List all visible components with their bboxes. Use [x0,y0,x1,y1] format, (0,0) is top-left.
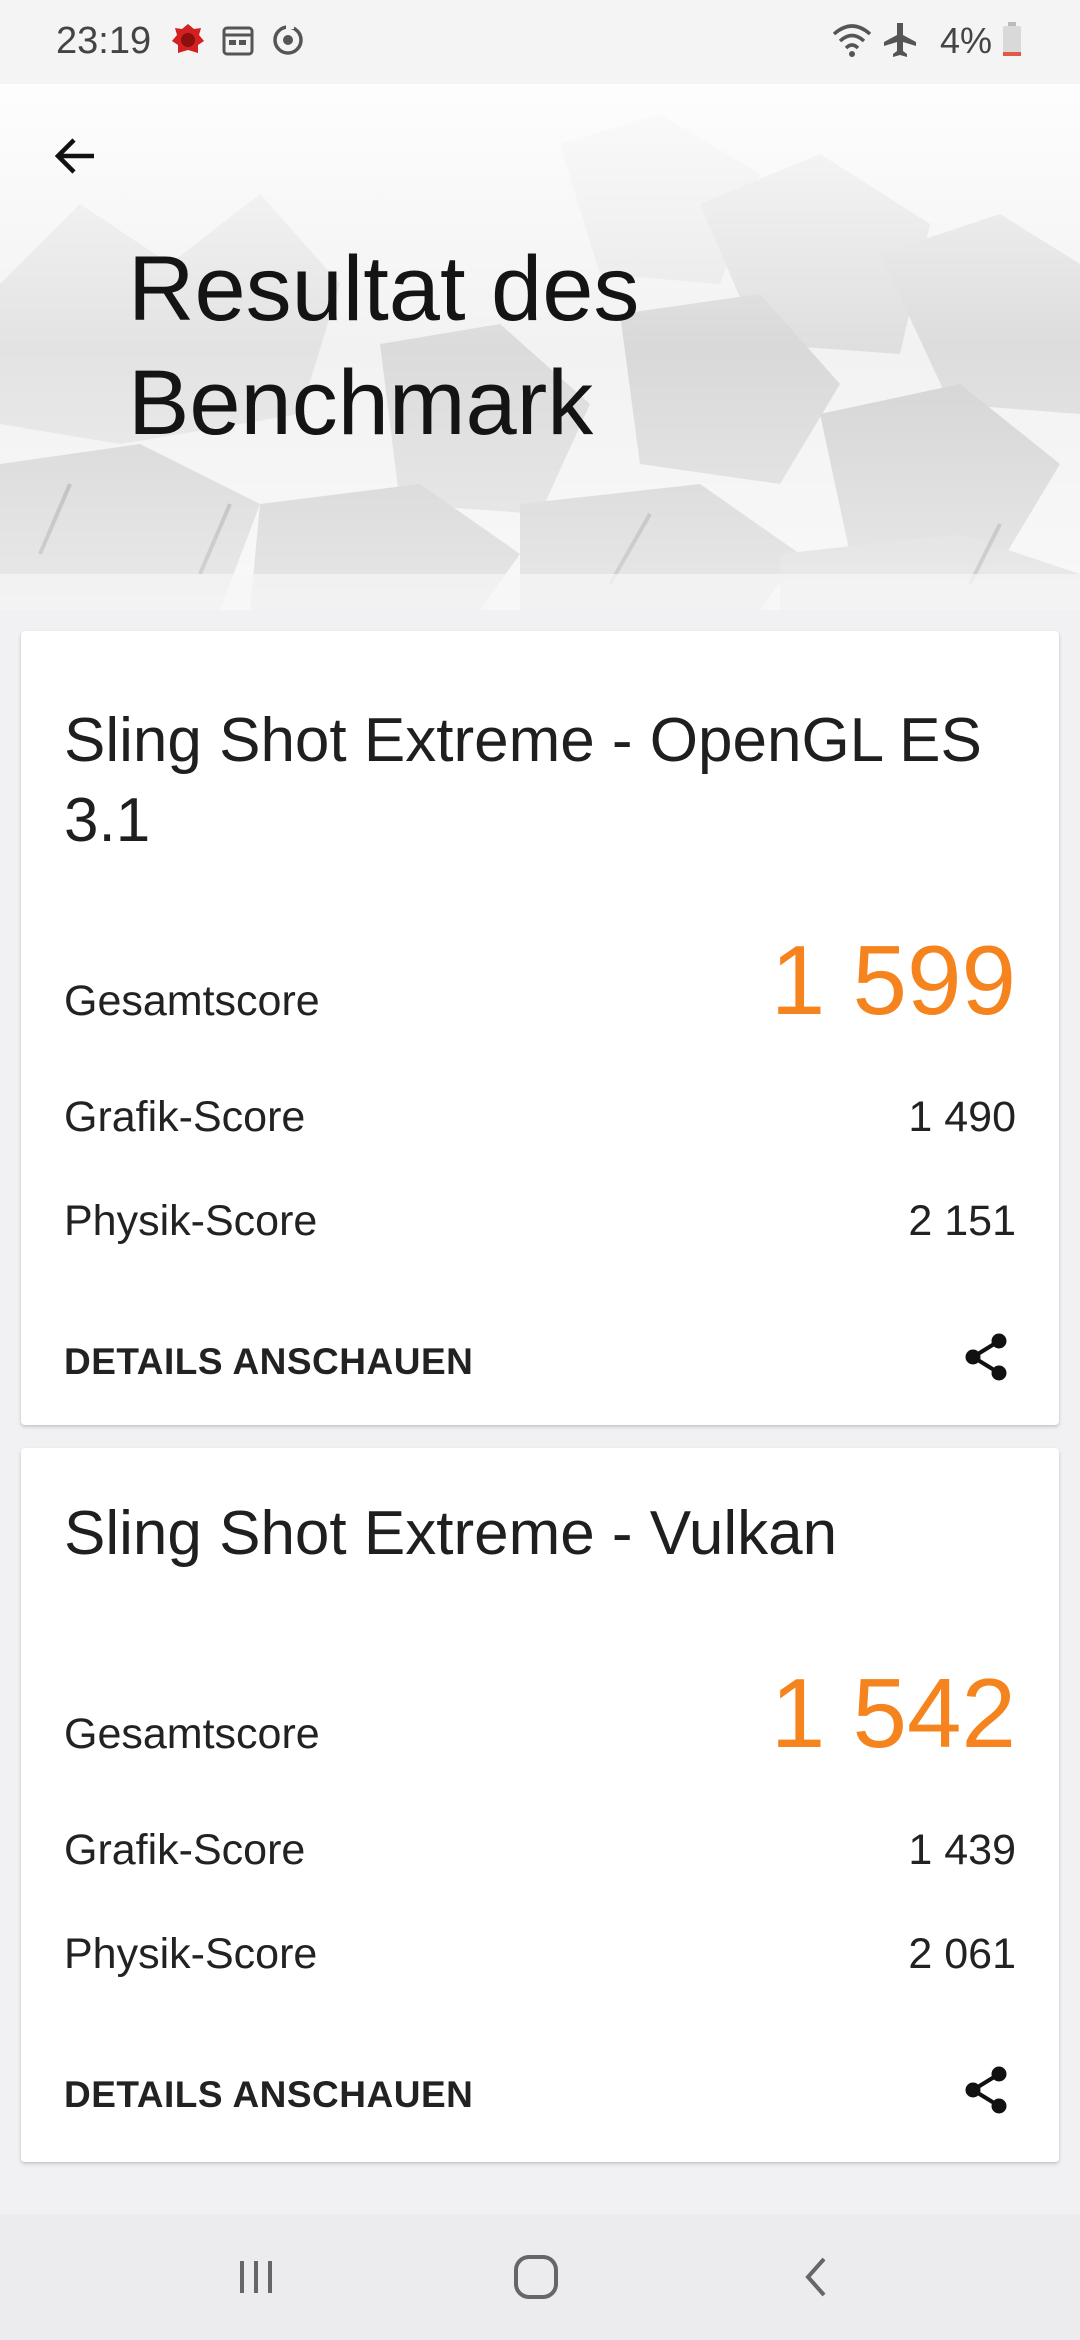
navigation-bar [0,2214,1080,2340]
home-icon [514,2255,558,2299]
result-card-vulkan: Sling Shot Extreme - Vulkan Gesamtscore … [21,1448,1059,2162]
app-notification-icon [168,20,208,60]
total-score-label: Gesamtscore [64,1710,320,1758]
result-card-opengl: Sling Shot Extreme - OpenGL ES 3.1 Gesam… [21,631,1059,1425]
total-score-label: Gesamtscore [64,977,320,1025]
physics-score-label: Physik-Score [64,1930,318,1978]
back-button[interactable] [36,116,116,196]
status-time: 23:19 [56,20,152,62]
battery-icon [1000,20,1040,60]
arrow-left-icon [54,138,94,174]
graphics-score-label: Grafik-Score [64,1093,306,1141]
total-score-value: 1 542 [770,1658,1016,1768]
physics-score-label: Physik-Score [64,1197,318,1245]
total-score-value: 1 599 [770,925,1016,1035]
sync-icon [268,20,308,60]
header: Resultat des Benchmark [0,84,1080,610]
home-button[interactable] [496,2244,576,2310]
share-icon [965,2066,1007,2114]
airplane-icon [880,20,920,60]
recent-apps-icon [240,2261,272,2293]
share-button[interactable] [955,1325,1019,1389]
recent-apps-button[interactable] [216,2244,296,2310]
page-title: Resultat des Benchmark [128,238,640,454]
wifi-icon [830,20,872,60]
physics-score-value: 2 061 [908,1930,1016,1978]
battery-percent: 4% [940,20,993,61]
back-nav-button[interactable] [778,2244,858,2310]
card-title: Sling Shot Extreme - Vulkan [64,1499,838,1568]
graphics-score-value: 1 439 [908,1826,1016,1874]
graphics-score-label: Grafik-Score [64,1826,306,1874]
graphics-score-value: 1 490 [908,1093,1016,1141]
share-icon [965,1333,1007,1381]
chevron-left-icon [805,2257,826,2297]
details-button[interactable]: DETAILS ANSCHAUEN [64,1341,473,1383]
calendar-icon [218,20,258,60]
card-title: Sling Shot Extreme - OpenGL ES 3.1 [64,706,982,855]
details-button[interactable]: DETAILS ANSCHAUEN [64,2074,473,2116]
share-button[interactable] [955,2058,1019,2122]
status-bar: 23:19 4% [0,0,1080,84]
physics-score-value: 2 151 [908,1197,1016,1245]
